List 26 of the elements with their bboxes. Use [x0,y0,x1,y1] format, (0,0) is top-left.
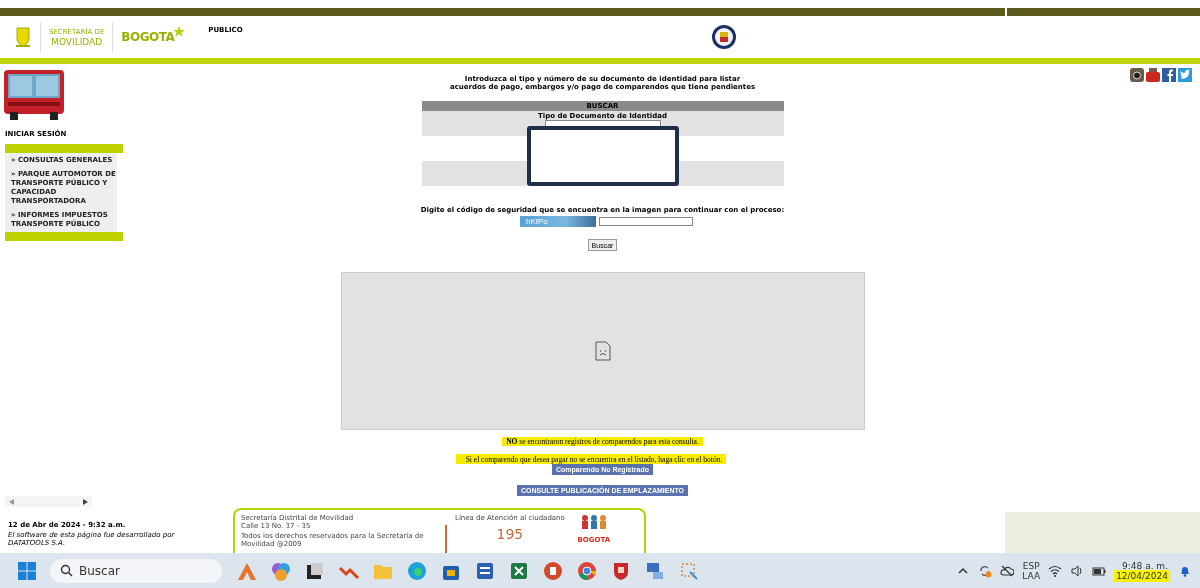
wifi-icon[interactable] [1048,563,1063,578]
language-indicator[interactable]: ESP LAA [1022,560,1041,581]
city-logo: BOGOTA [121,30,175,44]
start-icon[interactable] [18,561,36,580]
camera-icon[interactable] [1130,68,1144,82]
horizontal-scrollbar[interactable] [5,496,92,507]
volume-icon[interactable] [1070,563,1085,578]
chrome-icon[interactable] [576,559,598,582]
captcha-field[interactable] [599,217,693,226]
twitter-icon[interactable] [1178,68,1192,82]
search-icon [60,564,73,577]
broken-image-icon [594,341,611,361]
facebook-icon[interactable] [1162,68,1176,82]
sync-icon[interactable] [978,563,993,578]
clock[interactable]: 9:48 a. m. 12/04/2024 [1114,559,1170,582]
scroll-left-icon [9,498,14,505]
video-icon[interactable] [1146,68,1160,82]
phone-number: 195 [496,526,524,542]
document-type-select[interactable] [544,120,661,126]
search-field[interactable]: Buscar [50,558,222,583]
scroll-right-icon [83,498,88,505]
captcha-image: hKfPo [520,216,596,227]
cloud-icon[interactable] [1000,563,1015,578]
crest-icon [14,26,32,48]
emblem-icon [711,24,737,50]
logo-text: MOVILIDAD [51,36,103,47]
